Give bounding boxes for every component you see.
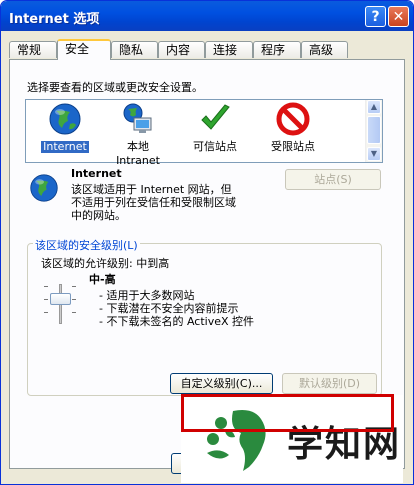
globe-icon	[49, 103, 81, 135]
zone-info-desc-3: 中的网站。	[71, 209, 126, 222]
zone-trusted-label: 可信站点	[193, 140, 237, 153]
close-button[interactable]: ✕	[388, 6, 409, 27]
checkmark-icon	[201, 104, 230, 130]
tab-security[interactable]: 安全	[57, 39, 111, 60]
highlight-box	[181, 394, 394, 432]
allowed-level-text: 该区域的允许级别: 中到高	[41, 257, 170, 270]
tab-advanced[interactable]: 高级	[301, 41, 348, 58]
zone-trusted[interactable]: 可信站点	[180, 102, 250, 153]
slider-tick	[44, 299, 48, 300]
scroll-thumb[interactable]	[367, 116, 381, 144]
title-bar[interactable]: Internet 选项 ? ✕	[1, 1, 413, 31]
no-entry-icon	[276, 102, 310, 136]
slider-tick	[44, 312, 48, 313]
zone-internet-label: Internet	[41, 140, 89, 153]
zone-restricted[interactable]: 受限站点	[258, 102, 328, 153]
zone-instruction: 选择要查看的区域或更改安全设置。	[27, 81, 203, 94]
zone-restricted-label: 受限站点	[271, 140, 315, 153]
intranet-icon	[123, 103, 152, 133]
custom-level-button[interactable]: 自定义级别(C)...	[170, 373, 273, 394]
zone-list: Internet 本地 Intranet 可信站点 受限站点 ▲ ▼	[25, 99, 383, 167]
tab-general[interactable]: 常规	[9, 41, 57, 58]
tab-privacy[interactable]: 隐私	[111, 41, 158, 58]
zone-info-name: Internet	[71, 167, 122, 180]
scroll-up-arrow[interactable]: ▲	[367, 100, 381, 114]
scroll-down-arrow[interactable]: ▼	[367, 147, 381, 161]
tab-connections[interactable]: 连接	[205, 41, 253, 58]
security-level-group-title: 该区域的安全级别(L)	[33, 237, 140, 253]
slider-tick	[72, 312, 76, 313]
zone-scrollbar[interactable]: ▲ ▼	[365, 100, 382, 162]
security-slider-thumb[interactable]	[50, 293, 71, 305]
zone-intranet[interactable]: 本地 Intranet	[103, 102, 173, 167]
selected-zone-globe-icon	[30, 174, 58, 202]
sites-button[interactable]: 站点(S)	[285, 169, 381, 190]
window-title: Internet 选项	[9, 12, 100, 27]
level-name: 中-高	[89, 273, 116, 286]
zone-intranet-label-1: 本地	[127, 140, 149, 153]
slider-tick	[72, 286, 76, 287]
default-level-button[interactable]: 默认级别(D)	[282, 373, 377, 394]
tab-programs[interactable]: 程序	[253, 41, 301, 58]
slider-tick	[72, 299, 76, 300]
slider-tick	[44, 286, 48, 287]
zone-internet[interactable]: Internet	[30, 102, 100, 153]
level-point-3: - 不下载未签名的 ActiveX 控件	[99, 315, 255, 328]
tab-content[interactable]: 内容	[158, 41, 205, 58]
help-button[interactable]: ?	[365, 6, 386, 27]
zone-intranet-label-2: Intranet	[116, 154, 160, 167]
